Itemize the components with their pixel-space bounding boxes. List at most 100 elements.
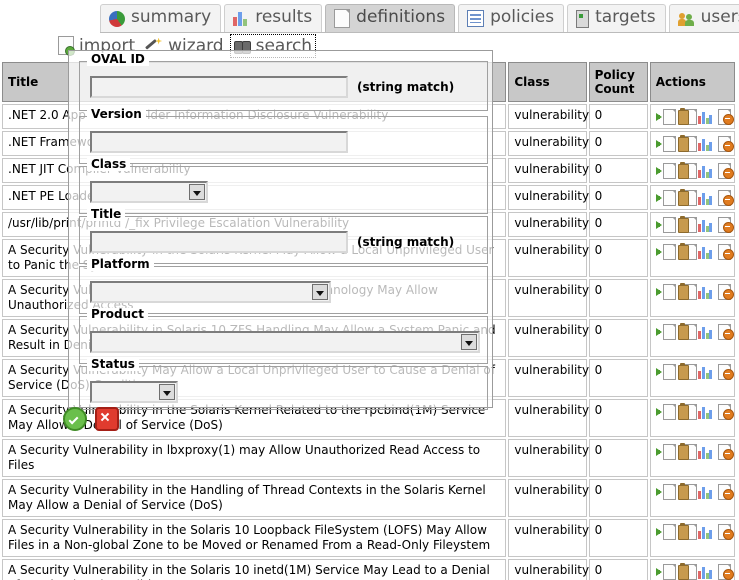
tab-results[interactable]: results: [224, 4, 323, 32]
cell-actions: [649, 479, 735, 517]
delete-definition-icon[interactable]: [716, 563, 734, 580]
field-product: Product: [79, 308, 488, 364]
title-input[interactable]: [90, 231, 348, 253]
delete-definition-icon[interactable]: [716, 443, 734, 460]
go-to-definition-icon[interactable]: [655, 363, 676, 380]
copy-definition-icon[interactable]: [676, 363, 697, 380]
copy-definition-icon[interactable]: [676, 216, 697, 233]
go-to-definition-icon[interactable]: [655, 443, 676, 460]
copy-definition-icon[interactable]: [676, 563, 697, 580]
copy-definition-icon[interactable]: [676, 523, 697, 540]
document-icon: [334, 9, 351, 28]
tab-policies[interactable]: policies: [458, 4, 565, 32]
chevron-down-icon[interactable]: [461, 334, 477, 350]
copy-definition-icon[interactable]: [676, 108, 697, 125]
cell-policy-count: 0: [588, 279, 648, 317]
accept-search-button[interactable]: [63, 407, 87, 431]
cell-policy-count: 0: [588, 158, 648, 183]
cell-policy-count: 0: [588, 239, 648, 277]
cell-title[interactable]: A Security Vulnerability in the Solaris …: [2, 559, 507, 580]
table-row[interactable]: A Security Vulnerability in the Solaris …: [2, 559, 735, 580]
field-legend: Title: [87, 208, 126, 221]
delete-definition-icon[interactable]: [716, 483, 734, 500]
view-results-icon[interactable]: [696, 443, 714, 460]
chevron-down-icon[interactable]: [159, 384, 175, 400]
view-results-icon[interactable]: [696, 216, 714, 233]
table-row[interactable]: A Security Vulnerability in the Handling…: [2, 479, 735, 517]
go-to-definition-icon[interactable]: [655, 523, 676, 540]
delete-definition-icon[interactable]: [716, 363, 734, 380]
view-results-icon[interactable]: [696, 243, 714, 260]
cancel-search-button[interactable]: [95, 407, 119, 431]
delete-definition-icon[interactable]: [716, 243, 734, 260]
status-select[interactable]: [90, 381, 178, 403]
delete-definition-icon[interactable]: [716, 403, 734, 420]
view-results-icon[interactable]: [696, 135, 714, 152]
view-results-icon[interactable]: [696, 108, 714, 125]
view-results-icon[interactable]: [696, 563, 714, 580]
view-results-icon[interactable]: [696, 523, 714, 540]
version-input[interactable]: [90, 131, 348, 153]
column-header-policy-count[interactable]: Policy Count: [588, 62, 648, 102]
go-to-definition-icon[interactable]: [655, 283, 676, 300]
go-to-definition-icon[interactable]: [655, 563, 676, 580]
cell-policy-count: 0: [588, 519, 648, 557]
tab-targets[interactable]: targets: [567, 4, 666, 32]
go-to-definition-icon[interactable]: [655, 162, 676, 179]
delete-definition-icon[interactable]: [716, 283, 734, 300]
cell-title[interactable]: A Security Vulnerability in the Solaris …: [2, 519, 507, 557]
copy-definition-icon[interactable]: [676, 135, 697, 152]
go-to-definition-icon[interactable]: [655, 189, 676, 206]
delete-definition-icon[interactable]: [716, 216, 734, 233]
column-header-class[interactable]: Class: [508, 62, 587, 102]
cell-class: vulnerability: [508, 519, 589, 557]
chevron-down-icon[interactable]: [189, 184, 205, 200]
copy-definition-icon[interactable]: [676, 189, 697, 206]
delete-definition-icon[interactable]: [716, 523, 734, 540]
view-results-icon[interactable]: [696, 483, 714, 500]
delete-definition-icon[interactable]: [716, 135, 734, 152]
copy-definition-icon[interactable]: [676, 162, 697, 179]
tab-users[interactable]: users: [668, 4, 739, 32]
delete-definition-icon[interactable]: [716, 323, 734, 340]
copy-definition-icon[interactable]: [676, 323, 697, 340]
go-to-definition-icon[interactable]: [655, 135, 676, 152]
cell-actions: [649, 185, 735, 210]
copy-definition-icon[interactable]: [676, 483, 697, 500]
delete-definition-icon[interactable]: [716, 162, 734, 179]
view-results-icon[interactable]: [696, 403, 714, 420]
cell-title[interactable]: A Security Vulnerability in the Handling…: [2, 479, 507, 517]
go-to-definition-icon[interactable]: [655, 323, 676, 340]
go-to-definition-icon[interactable]: [655, 108, 676, 125]
view-results-icon[interactable]: [696, 363, 714, 380]
view-results-icon[interactable]: [696, 162, 714, 179]
copy-definition-icon[interactable]: [676, 243, 697, 260]
field-legend: OVAL ID: [87, 53, 149, 66]
field-class: Class: [79, 158, 488, 214]
table-row[interactable]: A Security Vulnerability in the Solaris …: [2, 519, 735, 557]
go-to-definition-icon[interactable]: [655, 483, 676, 500]
main-tab-bar: summary results definitions policies tar…: [100, 0, 739, 33]
view-results-icon[interactable]: [696, 283, 714, 300]
delete-definition-icon[interactable]: [716, 189, 734, 206]
platform-select[interactable]: [90, 281, 331, 303]
tab-definitions[interactable]: definitions: [325, 4, 456, 32]
tab-summary[interactable]: summary: [100, 4, 222, 32]
copy-definition-icon[interactable]: [676, 443, 697, 460]
chevron-down-icon[interactable]: [312, 284, 328, 300]
go-to-definition-icon[interactable]: [655, 216, 676, 233]
product-select[interactable]: [90, 331, 480, 353]
delete-definition-icon[interactable]: [716, 108, 734, 125]
copy-definition-icon[interactable]: [676, 283, 697, 300]
go-to-definition-icon[interactable]: [655, 243, 676, 260]
view-results-icon[interactable]: [696, 189, 714, 206]
cell-title[interactable]: A Security Vulnerability in lbxproxy(1) …: [2, 439, 507, 477]
cell-class: vulnerability: [508, 319, 589, 357]
class-select[interactable]: [90, 181, 208, 203]
oval-id-input[interactable]: [90, 76, 348, 98]
go-to-definition-icon[interactable]: [655, 403, 676, 420]
search-dialog[interactable]: OVAL ID (string match) Version Class Tit…: [68, 50, 493, 410]
copy-definition-icon[interactable]: [676, 403, 697, 420]
view-results-icon[interactable]: [696, 323, 714, 340]
table-row[interactable]: A Security Vulnerability in lbxproxy(1) …: [2, 439, 735, 477]
